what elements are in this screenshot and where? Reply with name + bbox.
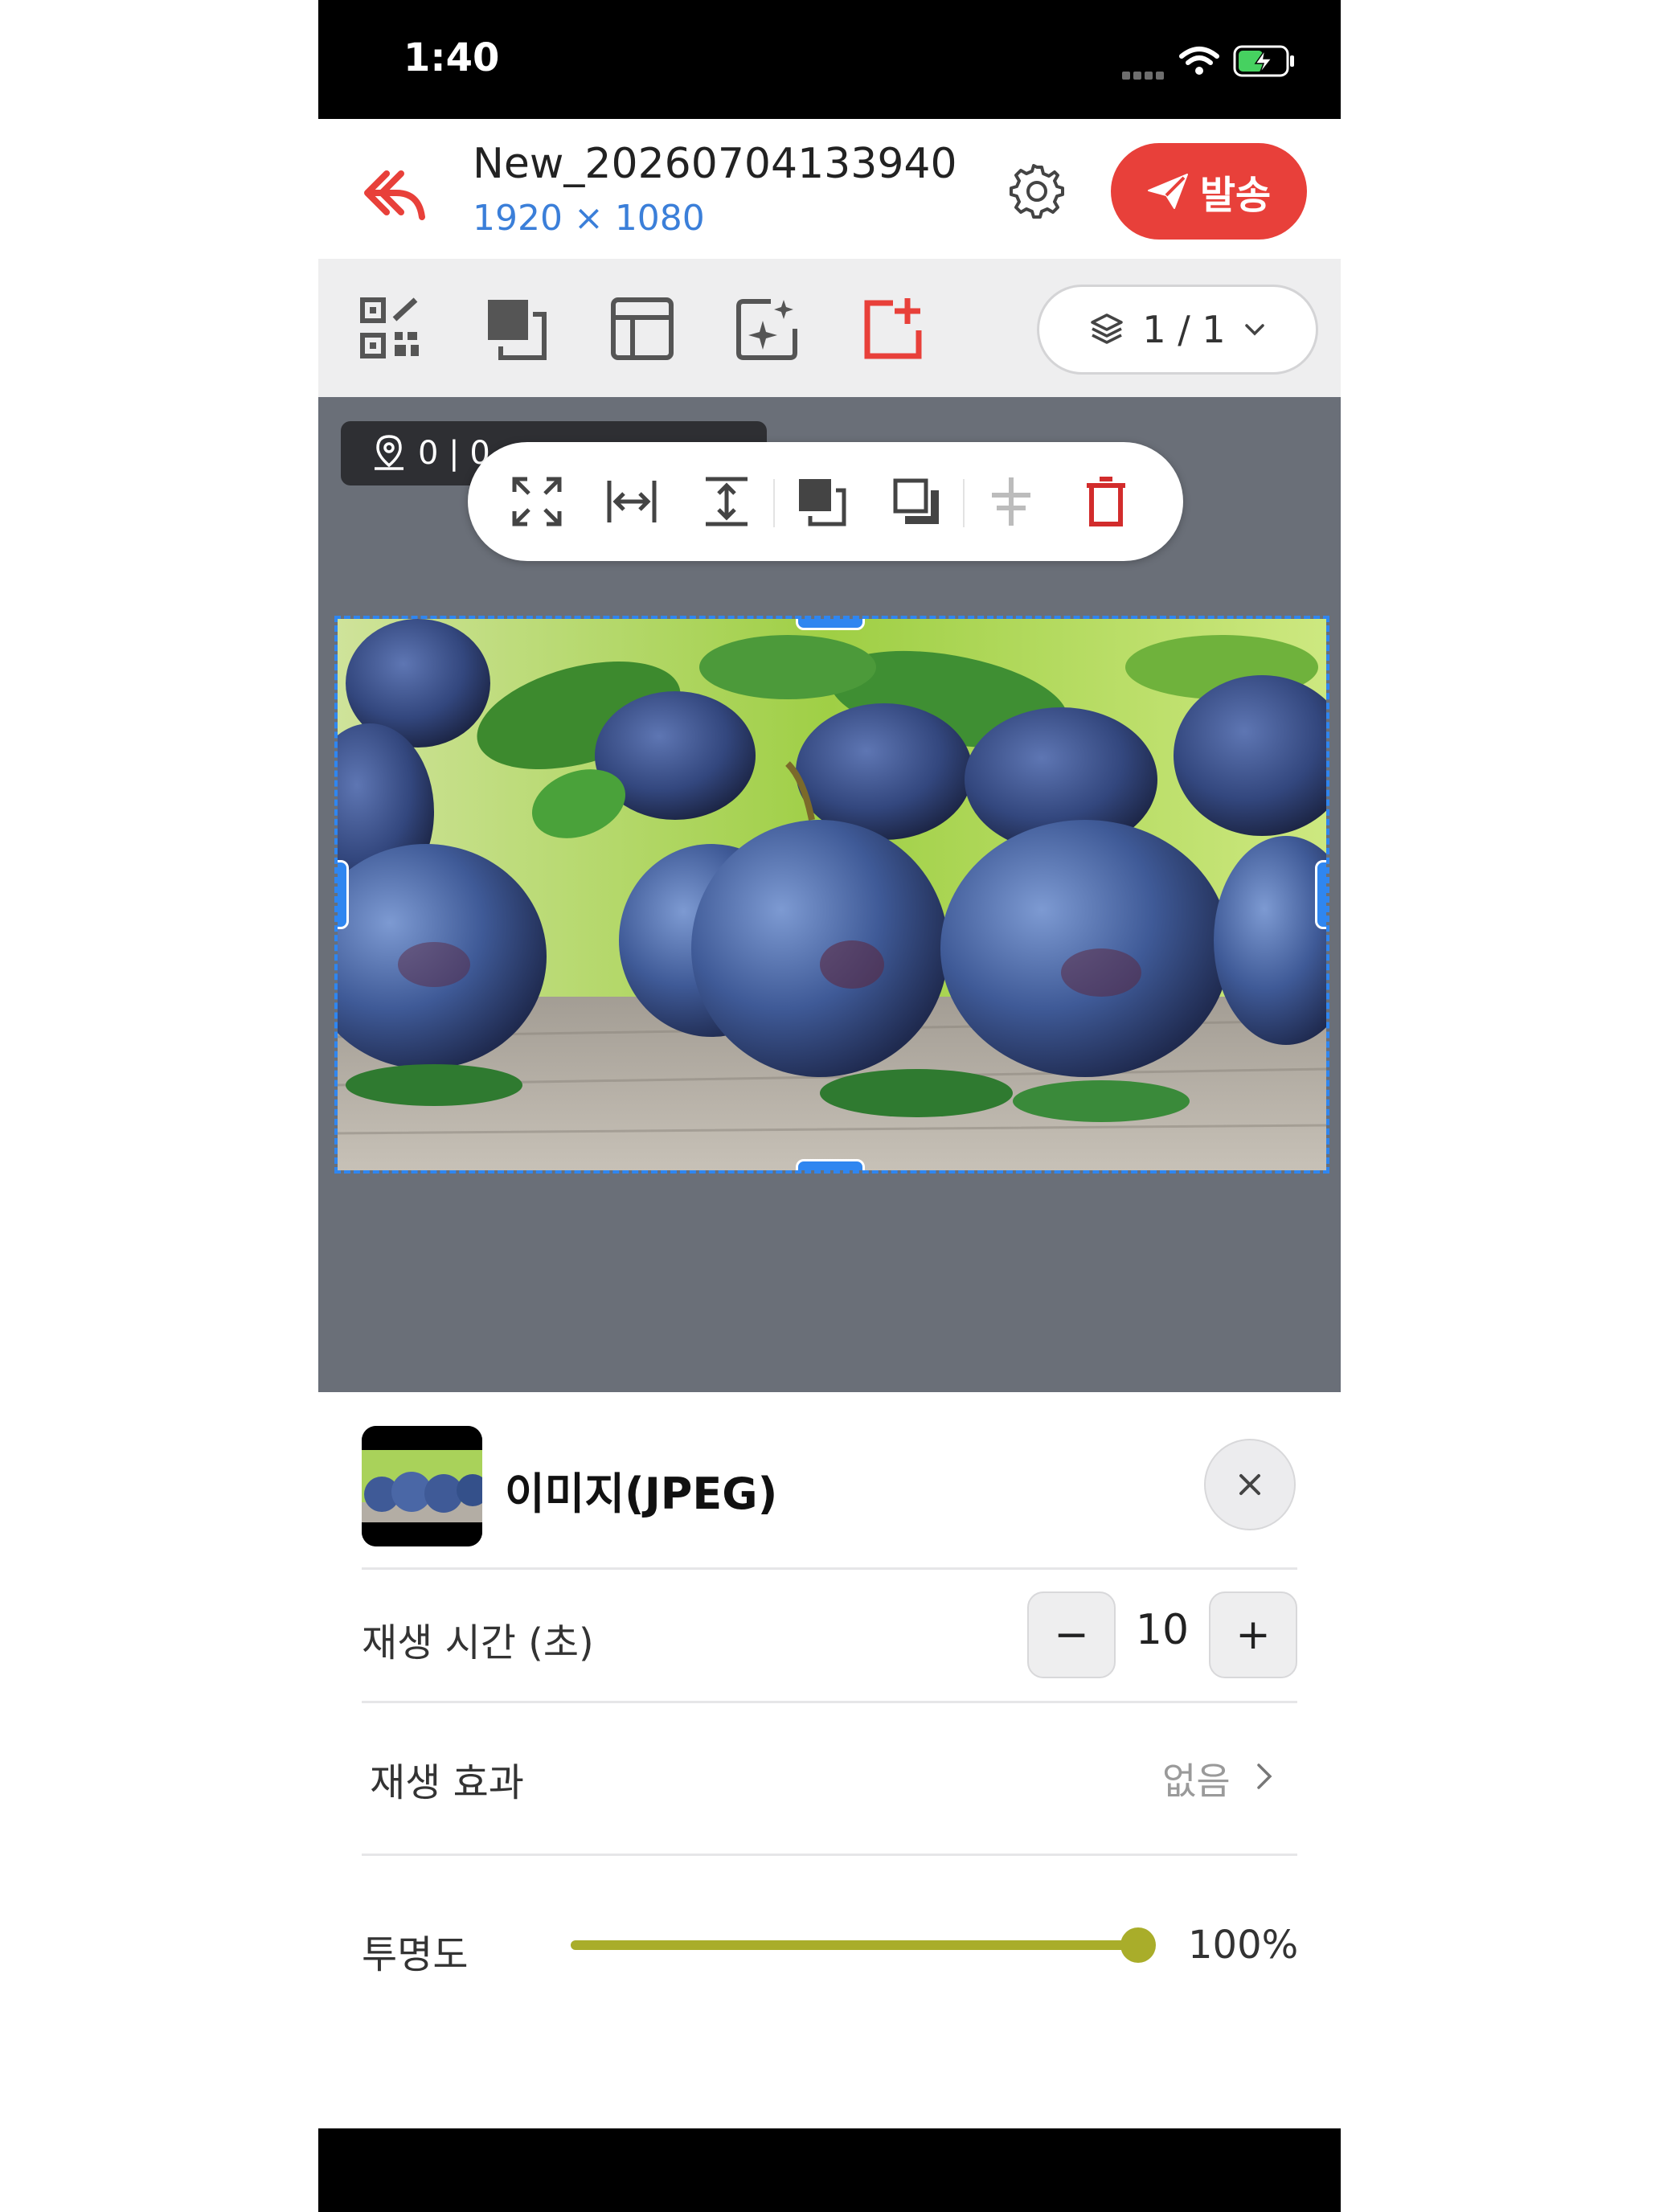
ai-sparkle-icon bbox=[736, 299, 797, 360]
duration-value: 10 bbox=[1135, 1606, 1190, 1654]
location-pin-icon bbox=[375, 435, 403, 470]
home-indicator-bar bbox=[318, 2128, 1341, 2212]
back-arrow-icon bbox=[364, 170, 425, 220]
divider bbox=[362, 1567, 1297, 1570]
battery-charging-icon bbox=[1233, 45, 1294, 77]
status-bar: 1:40 bbox=[318, 0, 1341, 119]
gear-icon bbox=[1010, 164, 1064, 219]
trash-icon bbox=[1087, 477, 1125, 526]
settings-button[interactable] bbox=[1005, 159, 1069, 223]
bring-forward-icon bbox=[799, 479, 846, 526]
fit-height-button[interactable] bbox=[690, 465, 764, 539]
status-time: 1:40 bbox=[403, 35, 500, 80]
object-toolbar bbox=[468, 442, 1183, 561]
send-backward-icon bbox=[893, 478, 939, 524]
ai-button[interactable] bbox=[731, 293, 804, 365]
layout-icon bbox=[611, 297, 674, 360]
duration-label: 재생 시간 (초) bbox=[362, 1620, 594, 1665]
toolbar-divider bbox=[773, 479, 775, 527]
qr-code-button[interactable] bbox=[355, 293, 428, 365]
layers-icon bbox=[1091, 313, 1124, 344]
editor-header: New_20260704133940 1920 × 1080 발송 bbox=[318, 119, 1341, 259]
opacity-value: 100% bbox=[1188, 1923, 1299, 1968]
layout-button[interactable] bbox=[606, 293, 678, 365]
resize-handle-bottom[interactable] bbox=[796, 1159, 865, 1170]
paper-plane-icon bbox=[1147, 174, 1188, 209]
cellular-signal-icon bbox=[1122, 68, 1167, 83]
plums-photo bbox=[338, 619, 1326, 1170]
chevron-right-icon bbox=[1257, 1763, 1272, 1789]
fit-width-icon bbox=[607, 481, 657, 522]
resize-handle-right[interactable] bbox=[1315, 860, 1326, 929]
duration-increase-button[interactable]: + bbox=[1209, 1591, 1297, 1678]
divider bbox=[362, 1854, 1297, 1856]
layer-stack-icon bbox=[488, 300, 547, 360]
opacity-slider-track[interactable] bbox=[571, 1940, 1138, 1950]
document-title: New_20260704133940 bbox=[473, 140, 957, 188]
editor-canvas[interactable]: 0 | 0 bbox=[318, 397, 1341, 1392]
close-icon bbox=[1239, 1474, 1260, 1495]
toolbar-divider bbox=[963, 479, 965, 527]
align-center-button[interactable] bbox=[974, 465, 1048, 539]
delete-button[interactable] bbox=[1069, 465, 1143, 539]
duration-decrease-button[interactable]: − bbox=[1027, 1591, 1116, 1678]
add-page-icon bbox=[864, 298, 922, 359]
opacity-slider-thumb[interactable] bbox=[1120, 1927, 1156, 1963]
effect-label: 재생 효과 bbox=[370, 1760, 524, 1805]
fullscreen-icon bbox=[512, 477, 562, 526]
divider bbox=[362, 1701, 1297, 1703]
layer-button[interactable] bbox=[481, 293, 553, 365]
send-label: 발송 bbox=[1199, 173, 1272, 218]
plums-thumbnail bbox=[362, 1426, 482, 1546]
bring-forward-button[interactable] bbox=[784, 465, 858, 539]
send-button[interactable]: 발송 bbox=[1111, 143, 1307, 240]
align-center-icon bbox=[992, 477, 1030, 526]
page-indicator: 1 / 1 bbox=[1142, 308, 1226, 351]
wifi-icon bbox=[1179, 47, 1219, 75]
plus-icon: + bbox=[1235, 1611, 1271, 1659]
add-page-button[interactable] bbox=[857, 293, 929, 365]
minus-icon: − bbox=[1054, 1611, 1089, 1659]
close-button[interactable] bbox=[1204, 1439, 1296, 1530]
canvas-size-label: 1920 × 1080 bbox=[473, 198, 705, 239]
fit-height-icon bbox=[706, 477, 748, 526]
send-backward-button[interactable] bbox=[879, 465, 953, 539]
phone-screen: 1:40 New_20260704133940 1920 × 1080 발송 1… bbox=[318, 0, 1341, 2212]
chevron-down-icon bbox=[1244, 324, 1264, 336]
item-thumbnail bbox=[362, 1426, 482, 1546]
editor-toolbar: 1 / 1 bbox=[318, 259, 1341, 397]
fullscreen-button[interactable] bbox=[500, 465, 574, 539]
fit-width-button[interactable] bbox=[595, 465, 669, 539]
effect-value: 없음 bbox=[1162, 1759, 1231, 1803]
resize-handle-top[interactable] bbox=[796, 619, 865, 630]
opacity-label: 투명도 bbox=[362, 1932, 469, 1977]
qr-code-icon bbox=[360, 297, 419, 358]
resize-handle-left[interactable] bbox=[338, 860, 349, 929]
selected-image[interactable] bbox=[334, 616, 1329, 1174]
item-title: 이미지(JPEG) bbox=[505, 1469, 778, 1519]
back-button[interactable] bbox=[358, 159, 431, 231]
effect-row[interactable]: 재생 효과 bbox=[362, 1720, 1297, 1836]
page-selector[interactable]: 1 / 1 bbox=[1037, 285, 1318, 375]
